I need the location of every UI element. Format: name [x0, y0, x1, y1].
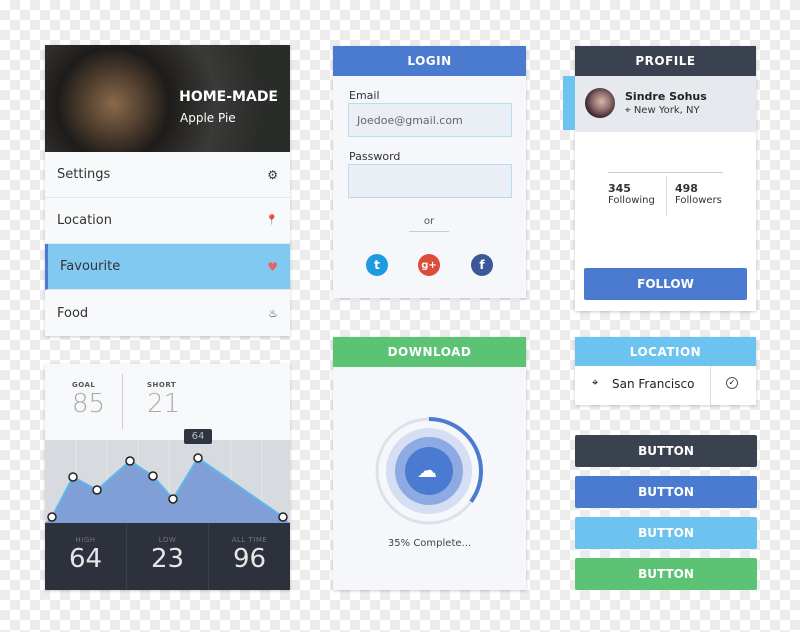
menu-label: Food — [57, 305, 89, 321]
high-value: 64 — [68, 544, 103, 574]
heart-icon: ♥ — [267, 259, 278, 274]
data-point — [278, 512, 288, 522]
button-blue[interactable]: BUTTON — [575, 476, 757, 508]
profile-header: PROFILE — [575, 46, 756, 76]
pin-icon: 📍 — [265, 215, 278, 226]
area-chart — [45, 440, 290, 523]
menu-item-favourite[interactable]: Favourite ♥ — [45, 244, 290, 290]
alltime-label: ALL TIME — [231, 536, 268, 544]
twitter-icon[interactable]: t — [366, 254, 388, 276]
following-count: 345 — [608, 182, 631, 195]
summary-bar: HIGH 64 LOW 23 ALL TIME 96 — [45, 523, 290, 590]
stats-card: GOAL 85 SHORT 21 64 HIGH 64 LOW 23 ALL TIME 9… — [45, 364, 290, 590]
menu-item-settings[interactable]: Settings ⚙ — [45, 152, 290, 198]
divider — [710, 366, 711, 405]
data-point — [148, 471, 158, 481]
data-point — [47, 512, 57, 522]
button-green[interactable]: BUTTON — [575, 558, 757, 590]
data-point — [68, 472, 78, 482]
location-header: LOCATION — [575, 337, 756, 366]
avatar — [585, 88, 615, 118]
hero-title: HOME-MADE — [179, 89, 278, 105]
following-label: Following — [608, 195, 655, 206]
followers-count: 498 — [675, 182, 698, 195]
profile-card: PROFILE Sindre Sohus ⌖ New York, NY 345 F… — [575, 46, 756, 311]
profile-accent — [563, 76, 575, 130]
pin-icon: ⌖ — [592, 376, 599, 389]
or-text: or — [409, 216, 449, 232]
download-status: 35% Complete... — [387, 538, 472, 549]
short-value: 21 — [147, 389, 181, 419]
location-card: LOCATION ⌖ San Francisco ✓ — [575, 337, 756, 405]
low-label: LOW — [158, 536, 177, 544]
menu-card: HOME-MADE Apple Pie Settings ⚙ Location 📍 … — [45, 45, 290, 336]
menu-label: Location — [57, 213, 112, 228]
facebook-icon[interactable]: f — [471, 254, 493, 276]
location-value[interactable]: San Francisco — [612, 377, 694, 391]
login-header: LOGIN — [333, 46, 526, 76]
short-label: SHORT — [147, 381, 177, 389]
menu-label: Favourite — [60, 259, 121, 274]
password-label: Password — [349, 150, 401, 163]
profile-location: ⌖ New York, NY — [625, 105, 700, 116]
low-value: 23 — [150, 544, 185, 574]
divider — [608, 172, 723, 173]
check-icon[interactable]: ✓ — [726, 377, 738, 389]
google-plus-icon[interactable]: g+ — [418, 254, 440, 276]
data-point — [92, 485, 102, 495]
location-text: New York, NY — [633, 105, 700, 116]
hero-image: HOME-MADE Apple Pie — [45, 45, 290, 152]
chart-tooltip: 64 — [184, 429, 212, 444]
cloud-icon: ☁ — [417, 458, 437, 482]
hero-subtitle: Apple Pie — [180, 111, 236, 125]
goal-label: GOAL — [72, 381, 96, 389]
button-dark[interactable]: BUTTON — [575, 435, 757, 467]
pot-icon: ♨ — [268, 306, 278, 320]
download-header: DOWNLOAD — [333, 337, 526, 367]
divider — [122, 374, 123, 429]
email-field[interactable]: Joedoe@gmail.com — [348, 103, 512, 137]
email-label: Email — [349, 89, 380, 102]
data-point — [125, 456, 135, 466]
button-light-blue[interactable]: BUTTON — [575, 517, 757, 549]
download-card: DOWNLOAD ☁ 35% Complete... — [333, 337, 526, 590]
data-point — [168, 494, 178, 504]
data-point — [193, 453, 203, 463]
profile-info: Sindre Sohus ⌖ New York, NY — [575, 76, 756, 132]
followers-label: Followers — [675, 195, 722, 206]
menu-item-location[interactable]: Location 📍 — [45, 198, 290, 244]
alltime-value: 96 — [232, 544, 267, 574]
password-field[interactable] — [348, 164, 512, 198]
follow-button[interactable]: FOLLOW — [584, 268, 747, 300]
gear-icon: ⚙ — [267, 167, 278, 182]
divider — [666, 176, 667, 216]
pin-icon: ⌖ — [625, 105, 631, 116]
profile-name: Sindre Sohus — [625, 90, 707, 103]
goal-value: 85 — [72, 389, 106, 419]
high-label: HIGH — [75, 536, 96, 544]
menu-label: Settings — [57, 167, 111, 182]
menu-item-food[interactable]: Food ♨ — [45, 290, 290, 336]
